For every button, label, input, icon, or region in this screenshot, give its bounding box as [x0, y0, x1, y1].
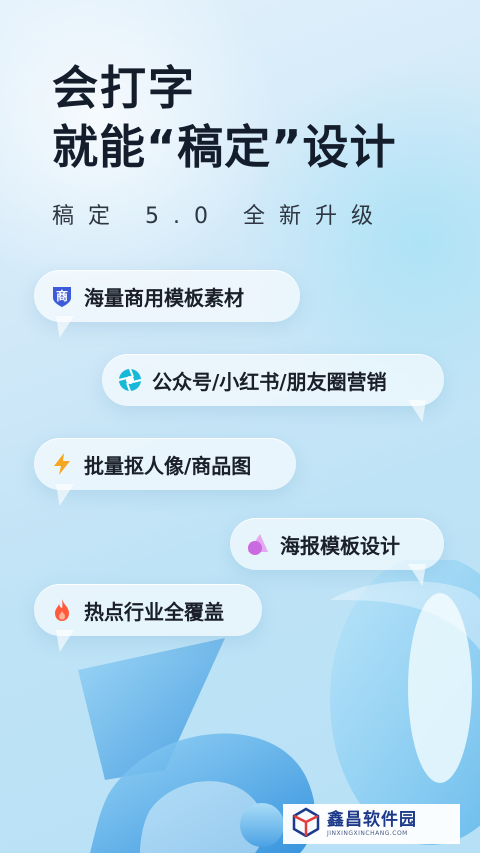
- triangle-shape-icon: [246, 532, 270, 556]
- flame-icon: [50, 598, 74, 622]
- feature-label: 海量商用模板素材: [84, 285, 244, 310]
- feature-label: 海报模板设计: [280, 533, 400, 558]
- subheadline: 稿定 5.0 全新升级: [52, 204, 387, 229]
- feature-bubble-trending: 热点行业全覆盖: [34, 584, 262, 652]
- promo-page: 会打字 就能“稿定”设计 稿定 5.0 全新升级 商 海量商用模板素材 公众号/…: [0, 0, 480, 853]
- feature-bubble-templates: 商 海量商用模板素材: [34, 270, 300, 338]
- shang-badge-icon: 商: [50, 284, 74, 308]
- svg-text:商: 商: [56, 288, 68, 303]
- feature-label: 批量抠人像/商品图: [84, 453, 252, 478]
- headline-line-2: 就能“稿定”设计: [52, 120, 397, 174]
- headline-line-1: 会打字: [52, 61, 196, 115]
- headline: 会打字 就能“稿定”设计: [52, 60, 396, 178]
- feature-bubble-cutout: 批量抠人像/商品图: [34, 438, 296, 506]
- aperture-icon: [118, 368, 142, 392]
- feature-label: 公众号/小红书/朋友圈营销: [152, 369, 387, 394]
- watermark: 鑫昌软件园 JINXINGXINCHANG.COM: [283, 804, 460, 844]
- feature-label: 热点行业全覆盖: [84, 599, 224, 624]
- feature-bubble-marketing: 公众号/小红书/朋友圈营销: [102, 354, 444, 422]
- watermark-title: 鑫昌软件园: [327, 809, 417, 830]
- lightning-icon: [50, 452, 74, 476]
- feature-bubble-poster: 海报模板设计: [230, 518, 444, 586]
- cube-logo-icon: [291, 807, 321, 841]
- watermark-subtitle: JINXINGXINCHANG.COM: [327, 829, 408, 837]
